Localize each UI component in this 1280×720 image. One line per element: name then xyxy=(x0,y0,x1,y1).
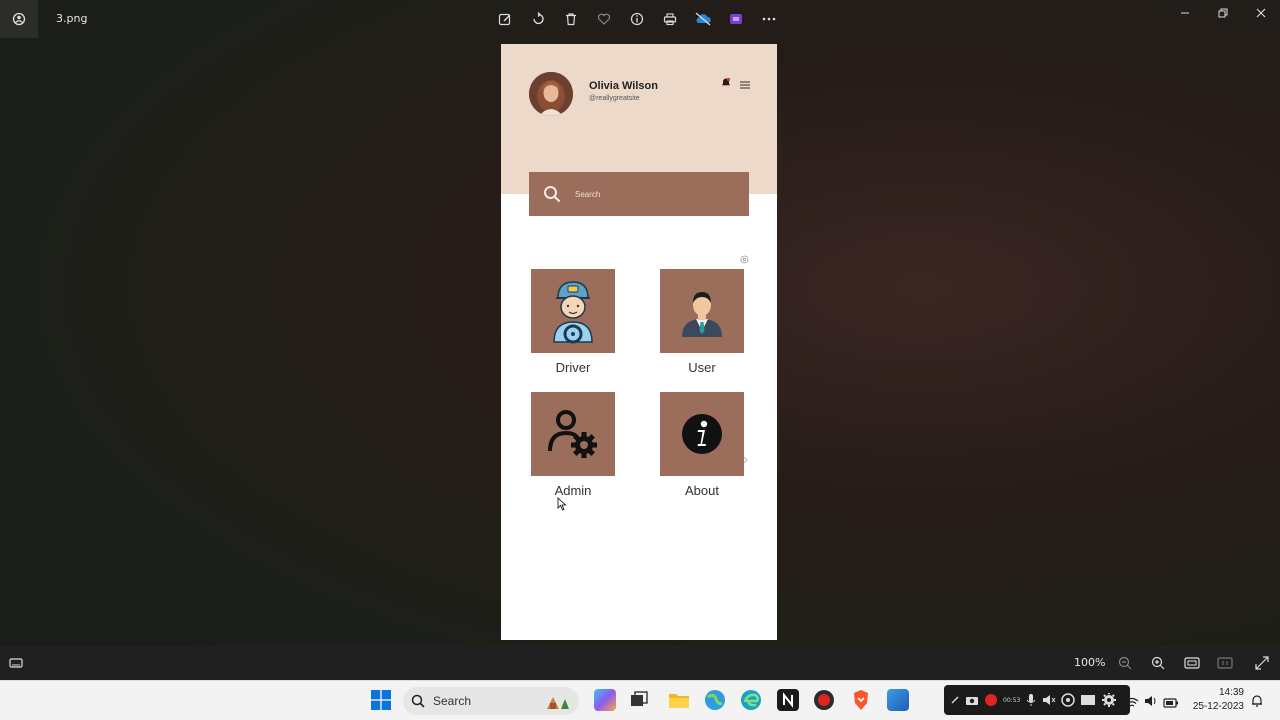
search-input[interactable] xyxy=(575,189,725,199)
profile-name: Olivia Wilson xyxy=(589,80,658,92)
mouse-cursor-icon xyxy=(557,496,567,515)
search-icon xyxy=(411,694,425,708)
restore-icon[interactable] xyxy=(1204,0,1242,26)
copilot-icon[interactable] xyxy=(594,689,616,711)
admin-settings-icon xyxy=(548,410,597,458)
user-tile[interactable] xyxy=(660,269,744,353)
volume-icon[interactable] xyxy=(1144,693,1158,712)
user-icon xyxy=(682,292,722,337)
edge-icon[interactable] xyxy=(740,689,762,711)
fit-to-window-icon[interactable] xyxy=(1184,655,1200,674)
search-bar[interactable] xyxy=(529,172,749,216)
language-indicator[interactable]: ENG xyxy=(1090,687,1112,698)
windows-taskbar: Search 00:53 ENG 14:39 25-12-2023 xyxy=(0,680,1280,720)
maps-icon[interactable] xyxy=(704,689,726,711)
scroll-chevron-icon xyxy=(743,449,749,468)
driver-label: Driver xyxy=(555,360,591,375)
about-label: About xyxy=(685,483,719,498)
edit-icon[interactable] xyxy=(494,8,516,30)
title-bar: 3.png xyxy=(0,0,1280,38)
wifi-icon[interactable] xyxy=(1125,694,1139,713)
print-icon[interactable] xyxy=(659,8,681,30)
clock-date: 25-12-2023 xyxy=(1192,701,1244,712)
favorite-icon[interactable] xyxy=(593,8,615,30)
bell-icon[interactable] xyxy=(721,72,731,91)
driver-icon xyxy=(553,281,593,344)
photo-toolbar xyxy=(494,8,780,30)
notion-icon[interactable] xyxy=(777,689,799,711)
search-icon xyxy=(544,186,561,203)
delete-icon[interactable] xyxy=(560,8,582,30)
photos-app-icon[interactable] xyxy=(0,0,38,38)
speaker-muted-icon[interactable] xyxy=(1042,693,1056,707)
actual-size-icon[interactable] xyxy=(1217,655,1233,674)
photos-taskbar-icon[interactable] xyxy=(887,689,909,711)
onedrive-icon[interactable] xyxy=(692,8,714,30)
holiday-icon xyxy=(547,697,569,709)
microphone-icon[interactable] xyxy=(1025,693,1037,707)
notifications-icon[interactable] xyxy=(1250,693,1264,712)
fullscreen-icon[interactable] xyxy=(1255,655,1269,674)
start-icon[interactable] xyxy=(371,690,391,714)
info-circle-icon xyxy=(682,414,722,454)
brave-icon[interactable] xyxy=(850,689,872,711)
minimize-icon[interactable] xyxy=(1166,0,1204,26)
avatar xyxy=(529,72,573,116)
user-label: User xyxy=(688,360,716,375)
clipchamp-icon[interactable] xyxy=(725,8,747,30)
recorder-icon[interactable] xyxy=(813,689,835,711)
close-icon[interactable] xyxy=(1242,0,1280,26)
clock-time: 14:39 xyxy=(1218,687,1244,698)
battery-icon[interactable] xyxy=(1163,694,1179,713)
info-icon[interactable] xyxy=(626,8,648,30)
webcam-icon[interactable] xyxy=(1061,693,1076,707)
about-tile[interactable] xyxy=(660,392,744,476)
driver-tile[interactable] xyxy=(531,269,615,353)
taskbar-search[interactable]: Search xyxy=(403,687,579,715)
recording-time: 00:53 xyxy=(1003,696,1021,704)
more-icon[interactable] xyxy=(758,8,780,30)
profile-handle: @reallygreatsite xyxy=(589,95,640,102)
taskbar-search-label: Search xyxy=(433,694,472,708)
pen-icon[interactable] xyxy=(950,695,960,705)
small-gear-icon xyxy=(740,249,749,268)
file-explorer-icon[interactable] xyxy=(668,689,690,711)
zoom-in-icon[interactable] xyxy=(1151,655,1165,674)
admin-label: Admin xyxy=(554,483,592,498)
photo-bottom-bar: 100% xyxy=(0,646,1280,680)
photo-canvas: Olivia Wilson @reallygreatsite Driver xyxy=(501,44,777,640)
record-icon[interactable] xyxy=(984,693,998,707)
window-controls xyxy=(1166,0,1280,26)
admin-tile[interactable] xyxy=(531,392,615,476)
clock[interactable]: 14:39 25-12-2023 xyxy=(1190,686,1244,714)
zoom-level: 100% xyxy=(1074,656,1106,669)
task-view-icon[interactable] xyxy=(628,689,650,711)
rotate-icon[interactable] xyxy=(527,8,549,30)
camera-icon[interactable] xyxy=(965,694,979,706)
filmstrip-icon[interactable] xyxy=(9,655,23,674)
file-name: 3.png xyxy=(56,12,88,25)
zoom-out-icon[interactable] xyxy=(1118,655,1132,674)
menu-icon[interactable] xyxy=(740,74,750,93)
